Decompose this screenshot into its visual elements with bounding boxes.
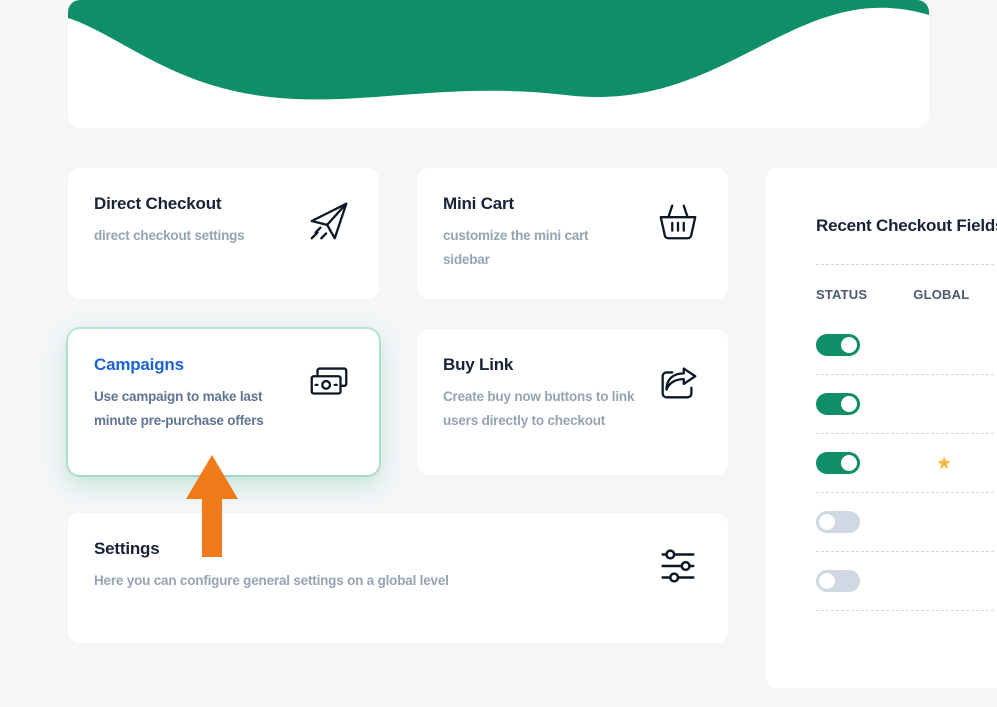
card-desc: Here you can configure general settings …: [94, 569, 449, 593]
status-toggle[interactable]: [816, 570, 860, 592]
money-icon: [305, 359, 353, 405]
card-title: Buy Link: [443, 355, 636, 375]
card-title: Mini Cart: [443, 194, 636, 214]
panel-row: [816, 552, 994, 611]
card-desc: customize the mini cart sidebar: [443, 224, 636, 273]
col-global: GLOBAL: [913, 287, 969, 302]
panel-row: ★: [816, 434, 994, 493]
star-icon: ★: [936, 453, 952, 474]
status-toggle[interactable]: [816, 511, 860, 533]
sliders-icon: [654, 543, 702, 589]
share-icon: [654, 359, 702, 405]
card-title: Direct Checkout: [94, 194, 245, 214]
panel-row: [816, 493, 994, 552]
status-toggle[interactable]: [816, 334, 860, 356]
card-campaigns[interactable]: Campaigns Use campaign to make last minu…: [68, 329, 379, 475]
panel-rows: ★: [816, 316, 994, 611]
status-toggle[interactable]: [816, 393, 860, 415]
card-desc: direct checkout settings: [94, 224, 245, 248]
paper-plane-icon: [305, 198, 353, 244]
card-buy-link[interactable]: Buy Link Create buy now buttons to link …: [417, 329, 728, 475]
recent-checkout-fields-panel: Recent Checkout Fields STATUS GLOBAL ★: [766, 168, 997, 688]
status-toggle[interactable]: [816, 452, 860, 474]
panel-row: [816, 375, 994, 434]
card-settings[interactable]: Settings Here you can configure general …: [68, 513, 728, 643]
card-title: Settings: [94, 539, 449, 559]
hero-wave-svg: [68, 0, 929, 128]
hero-banner: [68, 0, 929, 128]
basket-icon: [654, 198, 702, 244]
panel-row: [816, 316, 994, 375]
col-status: STATUS: [816, 287, 867, 302]
card-mini-cart[interactable]: Mini Cart customize the mini cart sideba…: [417, 168, 728, 299]
card-direct-checkout[interactable]: Direct Checkout direct checkout settings: [68, 168, 379, 299]
panel-title: Recent Checkout Fields: [816, 216, 994, 236]
card-desc: Use campaign to make last minute pre-pur…: [94, 385, 287, 434]
card-desc: Create buy now buttons to link users dir…: [443, 385, 636, 434]
divider: [816, 264, 994, 265]
cards-area: Direct Checkout direct checkout settings…: [68, 168, 728, 643]
card-title: Campaigns: [94, 355, 287, 375]
